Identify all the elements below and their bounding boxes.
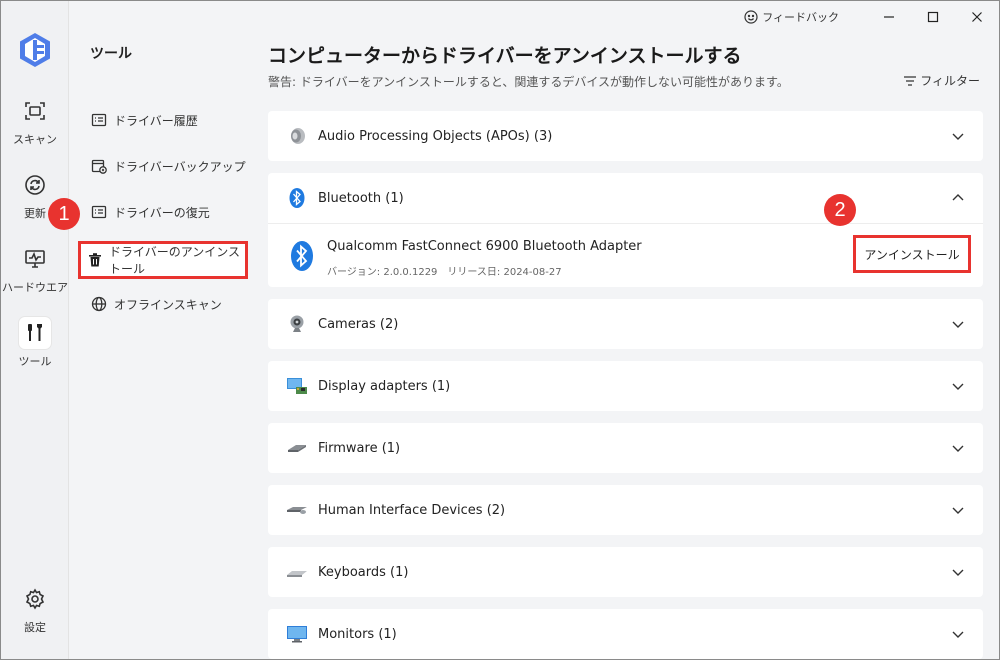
subnav-item-label: オフラインスキャン xyxy=(114,297,222,312)
category-card-expanded[interactable]: Bluetooth (1) Qualcomm FastConnect 6900 … xyxy=(268,173,983,287)
settings-icon xyxy=(19,583,51,615)
history-icon xyxy=(90,111,108,129)
category-card[interactable]: Keyboards (1) xyxy=(268,547,983,597)
page-title: コンピューターからドライバーをアンインストールする xyxy=(268,45,742,67)
category-row[interactable]: Human Interface Devices (2) xyxy=(268,485,983,535)
firmware-icon xyxy=(286,437,308,459)
category-row[interactable]: Keyboards (1) xyxy=(268,547,983,597)
rail-item-scan[interactable]: スキャン xyxy=(1,95,69,147)
category-card[interactable]: Audio Processing Objects (APOs) (3) xyxy=(268,111,983,161)
backup-icon xyxy=(90,157,108,175)
category-label: Bluetooth (1) xyxy=(318,190,404,206)
category-row[interactable]: Audio Processing Objects (APOs) (3) xyxy=(268,111,983,161)
warning-text: 警告: ドライバーをアンインストールすると、関連するデバイスが動作しない可能性が… xyxy=(268,75,789,89)
uninstall-label: アンインストール xyxy=(864,247,960,262)
category-row[interactable]: Monitors (1) xyxy=(268,609,983,659)
category-label: Cameras (2) xyxy=(318,316,399,332)
category-row[interactable]: Bluetooth (1) xyxy=(268,173,983,223)
rail-item-label: 設定 xyxy=(24,621,46,634)
category-label: Audio Processing Objects (APOs) (3) xyxy=(318,128,553,144)
subnav-item-label: ドライバーの復元 xyxy=(114,205,210,220)
category-card[interactable]: Monitors (1) xyxy=(268,609,983,659)
subnav-item-label: ドライバー履歴 xyxy=(114,113,198,128)
device-name: Qualcomm FastConnect 6900 Bluetooth Adap… xyxy=(327,239,642,254)
hid-icon xyxy=(286,499,308,521)
subnav-item-driver-history[interactable]: ドライバー履歴 xyxy=(84,103,252,137)
hardware-icon xyxy=(19,243,51,275)
category-card[interactable]: Cameras (2) xyxy=(268,299,983,349)
category-card[interactable]: Display adapters (1) xyxy=(268,361,983,411)
category-label: Firmware (1) xyxy=(318,440,401,456)
category-row[interactable]: Display adapters (1) xyxy=(268,361,983,411)
subnav-item-driver-restore[interactable]: ドライバーの復元 xyxy=(84,195,252,229)
trash-icon xyxy=(87,251,103,269)
scan-icon xyxy=(19,95,51,127)
step-badge-2: 2 xyxy=(824,194,856,226)
rail-item-hardware[interactable]: ハードウエア xyxy=(1,243,69,295)
category-label: Human Interface Devices (2) xyxy=(318,502,506,518)
icon-rail: スキャン 更新 ハードウエア ツール 設定 xyxy=(1,1,69,659)
subnav-title: ツール xyxy=(90,46,132,62)
display-adapter-icon xyxy=(286,375,308,397)
chevron-down-icon xyxy=(952,383,964,390)
step-badge-1: 1 xyxy=(48,198,80,230)
category-row[interactable]: Cameras (2) xyxy=(268,299,983,349)
category-label: Display adapters (1) xyxy=(318,378,451,394)
subnav-item-label: ドライバーバックアップ xyxy=(114,159,246,174)
app-window: スキャン 更新 ハードウエア ツール 設定 ツール ドライバー履歴 ドライバーバ… xyxy=(0,0,1000,660)
bluetooth-icon xyxy=(286,187,308,209)
rail-item-settings[interactable]: 設定 xyxy=(1,583,69,635)
restore-icon xyxy=(90,203,108,221)
chevron-down-icon xyxy=(952,445,964,452)
category-card[interactable]: Human Interface Devices (2) xyxy=(268,485,983,535)
monitor-icon xyxy=(286,623,308,645)
uninstall-button[interactable]: アンインストール xyxy=(853,235,971,273)
subnav-item-offline-scan[interactable]: オフラインスキャン xyxy=(84,287,252,321)
rail-item-label: スキャン xyxy=(13,133,57,146)
category-row[interactable]: Firmware (1) xyxy=(268,423,983,473)
rail-item-tools[interactable]: ツール xyxy=(1,317,69,369)
chevron-down-icon xyxy=(952,507,964,514)
subnav-item-driver-uninstall[interactable]: ドライバーのアンインストール xyxy=(78,241,248,279)
chevron-down-icon xyxy=(952,321,964,328)
webcam-icon xyxy=(286,313,308,335)
rail-item-label: ハードウエア xyxy=(2,281,68,294)
tools-subnav: ツール ドライバー履歴 ドライバーバックアップ ドライバーの復元 ドライバーのア… xyxy=(70,1,255,659)
globe-icon xyxy=(90,295,108,313)
category-card[interactable]: Firmware (1) xyxy=(268,423,983,473)
filter-button[interactable]: フィルター xyxy=(904,72,980,89)
chevron-down-icon xyxy=(952,133,964,140)
update-icon xyxy=(19,169,51,201)
keyboard-icon xyxy=(286,561,308,583)
device-row: Qualcomm FastConnect 6900 Bluetooth Adap… xyxy=(268,223,983,287)
speaker-icon xyxy=(286,125,308,147)
chevron-up-icon xyxy=(952,194,964,201)
chevron-down-icon xyxy=(952,631,964,638)
chevron-down-icon xyxy=(952,569,964,576)
category-label: Keyboards (1) xyxy=(318,564,409,580)
device-meta: バージョン: 2.0.0.1229 リリース日: 2024-08-27 xyxy=(327,267,562,278)
subnav-item-driver-backup[interactable]: ドライバーバックアップ xyxy=(84,149,252,183)
main-content: コンピューターからドライバーをアンインストールする 警告: ドライバーをアンイン… xyxy=(255,1,1000,659)
app-logo-icon xyxy=(18,32,52,68)
filter-label: フィルター xyxy=(920,74,980,88)
category-label: Monitors (1) xyxy=(318,626,397,642)
rail-item-label: ツール xyxy=(18,355,52,368)
filter-icon xyxy=(904,75,917,86)
subnav-item-label: ドライバーのアンインストール xyxy=(109,245,241,276)
bluetooth-device-icon xyxy=(290,240,314,276)
tools-icon xyxy=(19,317,51,349)
